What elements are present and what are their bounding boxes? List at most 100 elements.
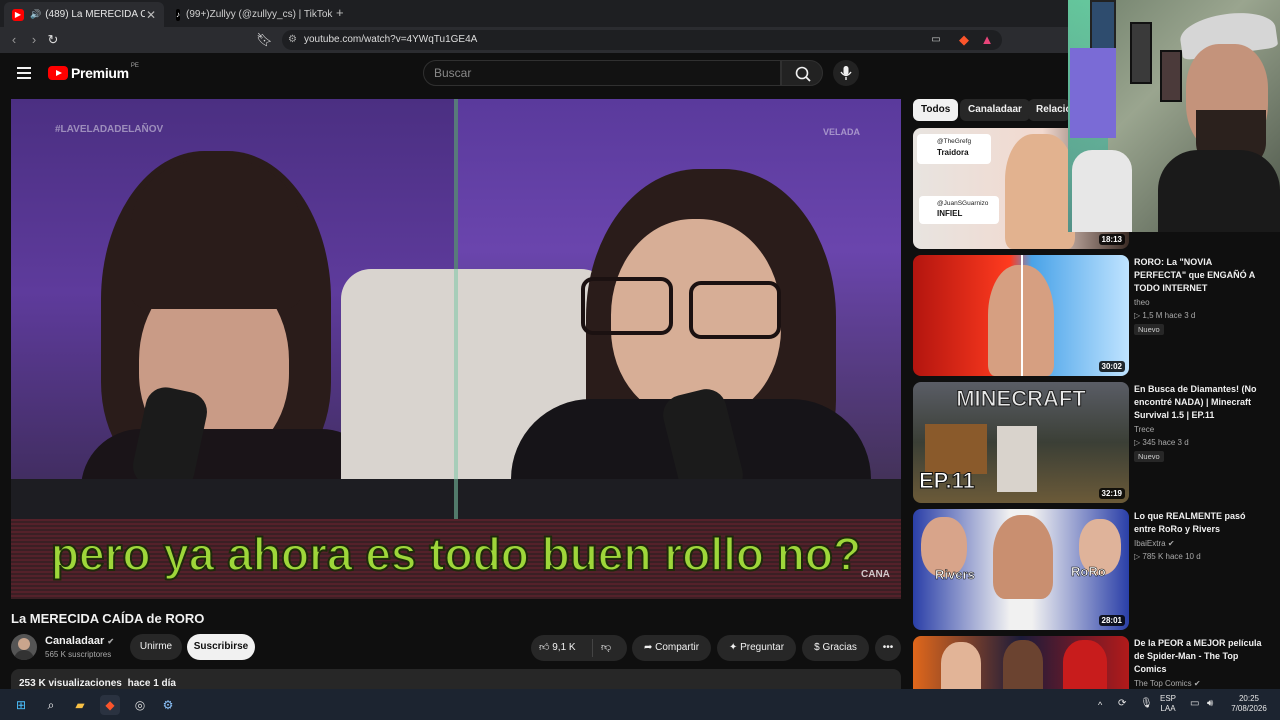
site-info-icon[interactable]: ⚙ <box>288 34 300 46</box>
search-input[interactable]: Buscar <box>423 60 781 86</box>
rec-title-5[interactable]: De la PEOR a MEJOR película de Spider-Ma… <box>1134 637 1262 676</box>
more-actions-button[interactable]: ••• <box>875 635 901 661</box>
logo-word: Premium <box>71 65 129 81</box>
rec-channel-2[interactable]: theo <box>1134 298 1150 307</box>
brave-shield-icon[interactable]: ◆ <box>956 32 972 48</box>
url-text: youtube.com/watch?v=4YWqTu1GE4A <box>304 34 478 45</box>
steam-icon[interactable]: ⚙ <box>158 695 178 715</box>
more-icon: ••• <box>882 642 894 653</box>
cast-icon[interactable]: ▭ <box>928 32 944 48</box>
rec-views: 1,5 M <box>1142 311 1163 320</box>
tab-youtube[interactable]: ▶ 🔊 (489) La MERECIDA CAÍDA de ✕ <box>4 2 164 27</box>
rec-meta-4: ▷ 785 K hace 10 d <box>1134 552 1201 561</box>
thumb-spiderman <box>1063 640 1107 689</box>
clock[interactable]: 20:25 7/08/2026 <box>1226 694 1272 714</box>
lang-primary: ESP <box>1160 694 1177 703</box>
network-status-icon[interactable]: ⟳ <box>1118 699 1126 709</box>
avatar[interactable] <box>11 634 37 660</box>
rec-channel-name: The Top Comics <box>1134 679 1192 688</box>
lang-secondary: LAA <box>1160 704 1176 713</box>
thumb-text: Rivers <box>935 567 975 583</box>
rec-thumbnail-2[interactable]: 30:02 <box>913 255 1129 376</box>
streamer-body <box>1158 150 1280 232</box>
play-icon: ▷ <box>1134 438 1141 447</box>
rec-age: hace 3 d <box>1157 438 1189 447</box>
menu-icon[interactable] <box>17 67 31 79</box>
rec-channel-4[interactable]: IbaiExtra ✔ <box>1134 539 1175 548</box>
back-icon[interactable]: ‹ <box>6 32 22 48</box>
tray-chevron-icon[interactable]: ^ <box>1098 700 1102 710</box>
youtube-logo[interactable]: Premium PE <box>48 63 139 81</box>
close-icon[interactable]: ✕ <box>146 8 156 22</box>
tiktok-icon: ♪ <box>176 8 180 21</box>
channel-name[interactable]: Canaladaar ✔ <box>45 635 114 647</box>
thanks-label: Gracias <box>822 642 857 653</box>
thanks-button[interactable]: $ Gracias <box>802 635 869 661</box>
rec-thumbnail-4[interactable]: Rivers RoRo 28:01 <box>913 509 1129 630</box>
video-player[interactable]: #LAVELADADELAÑOV VELADA pero ya ahora es… <box>11 99 901 599</box>
language-indicator[interactable]: ESP LAA <box>1160 694 1176 714</box>
share-icon: ➦ <box>643 642 653 653</box>
rec-thumbnail-3[interactable]: MINECRAFT EP.11 32:19 <box>913 382 1129 503</box>
file-explorer-icon[interactable]: ▰ <box>70 695 90 715</box>
search-button[interactable] <box>781 60 823 86</box>
bookmark-icon[interactable]: 🔖︎ <box>256 32 273 48</box>
view-stats: 253 K visualizaciones hace 1 día <box>19 678 176 689</box>
rec-meta-3: ▷ 345 hace 3 d <box>1134 438 1189 447</box>
duration-badge: 18:13 <box>1098 234 1125 245</box>
mic-icon[interactable]: 🎙︎ <box>1140 699 1153 709</box>
view-count: 253 K visualizaciones <box>19 678 122 689</box>
rec-title-3[interactable]: En Busca de Diamantes! (No encontré NADA… <box>1134 383 1262 422</box>
youtube-play-icon <box>48 66 68 80</box>
thumb-person <box>941 642 981 689</box>
duration-badge: 30:02 <box>1098 361 1125 372</box>
chip-all[interactable]: Todos <box>913 99 959 121</box>
thumb-person <box>1005 134 1075 249</box>
obs-icon[interactable]: ◎ <box>130 695 150 715</box>
subscribe-button[interactable]: Suscribirse <box>187 634 255 660</box>
rec-title-4[interactable]: Lo que REALMENTE pasó entre RoRo y River… <box>1134 510 1262 536</box>
display-icon[interactable]: ▭ <box>1190 699 1199 709</box>
glasses-left-lens <box>581 277 673 335</box>
thumb-person <box>993 515 1053 599</box>
thumbs-down-icon: 👎︎ <box>601 642 612 653</box>
url-field[interactable]: ⚙ youtube.com/watch?v=4YWqTu1GE4A <box>282 30 1002 50</box>
rec-age: hace 10 d <box>1165 552 1201 561</box>
join-button[interactable]: Unirme <box>130 634 182 660</box>
tab-label: (99+)Zullyy (@zullyy_cs) | TikTok <box>186 9 333 20</box>
thumb-divider <box>1021 255 1023 376</box>
share-button[interactable]: ➦ Compartir <box>632 635 711 661</box>
verified-icon: ✔ <box>1167 539 1175 548</box>
play-icon: ▷ <box>1134 552 1141 561</box>
hashtag-watermark: #LAVELADADELAÑOV <box>55 124 164 135</box>
volume-icon[interactable]: 🔊︎ <box>1207 699 1213 709</box>
search-icon[interactable]: ⌕ <box>41 695 61 715</box>
duration-badge: 32:19 <box>1098 488 1125 499</box>
logo-region: PE <box>130 63 139 69</box>
ask-label: Preguntar <box>740 642 785 653</box>
ask-button[interactable]: ✦ Preguntar <box>717 635 796 661</box>
glasses-right-lens <box>689 281 781 339</box>
rewards-icon[interactable]: ▲ <box>979 32 995 48</box>
new-tab-button[interactable]: + <box>336 5 344 20</box>
wall-poster <box>1090 0 1116 52</box>
rec-thumbnail-5[interactable] <box>913 636 1129 689</box>
voice-search-button[interactable] <box>833 60 859 86</box>
chair <box>1072 150 1132 232</box>
tab-tiktok[interactable]: ♪ (99+)Zullyy (@zullyy_cs) | TikTok <box>168 2 332 27</box>
reload-icon[interactable]: ↻ <box>45 32 61 48</box>
chip-related[interactable]: Relacio <box>1028 99 1070 121</box>
video-subtitle: pero ya ahora es todo buen rollo no? <box>50 527 862 581</box>
forward-icon[interactable]: › <box>26 32 42 48</box>
dislike-button[interactable]: 👎︎ <box>601 635 611 661</box>
subscriber-count: 565 K suscriptores <box>45 650 112 659</box>
brave-browser-icon[interactable]: ◆ <box>100 695 120 715</box>
rec-channel-5[interactable]: The Top Comics ✔ <box>1134 679 1201 688</box>
windows-start-icon[interactable]: ⊞ <box>11 695 31 715</box>
like-button[interactable]: 👍︎ 9,1 K <box>539 635 576 661</box>
rec-channel-3[interactable]: Trece <box>1134 425 1154 434</box>
rec-title-2[interactable]: RORO: La "NOVIA PERFECTA" que ENGAÑÓ A T… <box>1134 256 1262 295</box>
rec-age: hace 3 d <box>1164 311 1196 320</box>
clock-date: 7/08/2026 <box>1231 704 1267 713</box>
chip-channel[interactable]: Canaladaar <box>960 99 1030 121</box>
